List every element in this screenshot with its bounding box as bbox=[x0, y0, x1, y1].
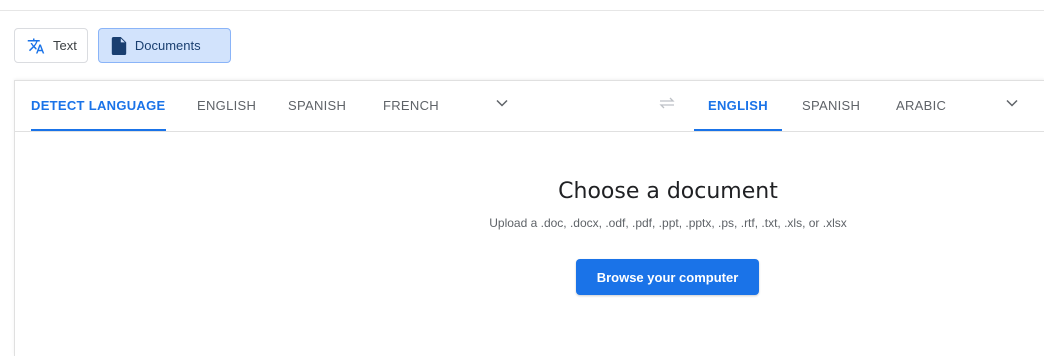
tab-target-english[interactable]: ENGLISH bbox=[694, 81, 782, 131]
upload-title: Choose a document bbox=[558, 179, 778, 204]
text-mode-label: Text bbox=[53, 38, 77, 53]
tab-target-spanish[interactable]: SPANISH bbox=[802, 81, 860, 130]
tab-label: ARABIC bbox=[896, 98, 947, 113]
tab-source-french[interactable]: FRENCH bbox=[383, 81, 439, 130]
source-more-languages-button[interactable] bbox=[495, 81, 509, 130]
tab-label: SPANISH bbox=[288, 98, 347, 113]
tab-label: ENGLISH bbox=[197, 98, 257, 113]
swap-languages-icon bbox=[657, 96, 677, 115]
header-divider bbox=[0, 10, 1044, 11]
chevron-down-icon bbox=[1005, 96, 1019, 115]
tab-source-spanish[interactable]: SPANISH bbox=[288, 81, 346, 130]
supported-formats-text: Upload a .doc, .docx, .odf, .pdf, .ppt, … bbox=[489, 216, 847, 230]
swap-languages-button[interactable] bbox=[657, 81, 677, 130]
mode-switcher: Text Documents bbox=[14, 28, 231, 63]
tab-label: FRENCH bbox=[383, 98, 439, 113]
tab-label: DETECT LANGUAGE bbox=[31, 98, 166, 113]
target-more-languages-button[interactable] bbox=[1005, 81, 1019, 130]
documents-mode-label: Documents bbox=[134, 38, 201, 53]
tab-target-arabic[interactable]: ARABIC bbox=[896, 81, 946, 130]
tab-label: ENGLISH bbox=[708, 98, 768, 113]
tab-label: SPANISH bbox=[802, 98, 861, 113]
tab-source-english[interactable]: ENGLISH bbox=[197, 81, 256, 130]
chevron-down-icon bbox=[495, 96, 509, 115]
language-bar: DETECT LANGUAGE ENGLISH SPANISH FRENCH E… bbox=[15, 81, 1044, 132]
browse-computer-button[interactable]: Browse your computer bbox=[576, 259, 759, 295]
documents-mode-button[interactable]: Documents bbox=[97, 28, 231, 63]
tab-detect-language[interactable]: DETECT LANGUAGE bbox=[31, 81, 166, 131]
document-icon bbox=[111, 36, 127, 55]
translation-panel: DETECT LANGUAGE ENGLISH SPANISH FRENCH E… bbox=[14, 80, 1044, 356]
text-mode-button[interactable]: Text bbox=[14, 28, 88, 63]
translate-icon bbox=[27, 37, 45, 55]
